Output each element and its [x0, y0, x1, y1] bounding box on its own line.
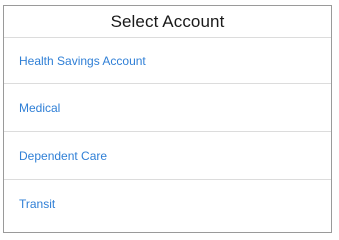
account-option-label: Dependent Care [19, 148, 108, 163]
account-option-label: Medical [19, 100, 61, 115]
account-option-label: Transit [19, 197, 56, 211]
sheet-header: Select Account [4, 6, 331, 38]
account-option-health-savings-account[interactable]: Health Savings Account [4, 38, 331, 84]
account-option-dependent-care[interactable]: Dependent Care [4, 132, 331, 180]
select-account-sheet: Select Account Health Savings Account Me… [3, 5, 332, 233]
account-option-label: Health Savings Account [19, 53, 146, 68]
account-list: Health Savings Account Medical Dependent… [4, 38, 331, 228]
account-option-medical[interactable]: Medical [4, 84, 331, 132]
account-option-transit[interactable]: Transit [4, 180, 331, 228]
sheet-title: Select Account [110, 11, 225, 31]
